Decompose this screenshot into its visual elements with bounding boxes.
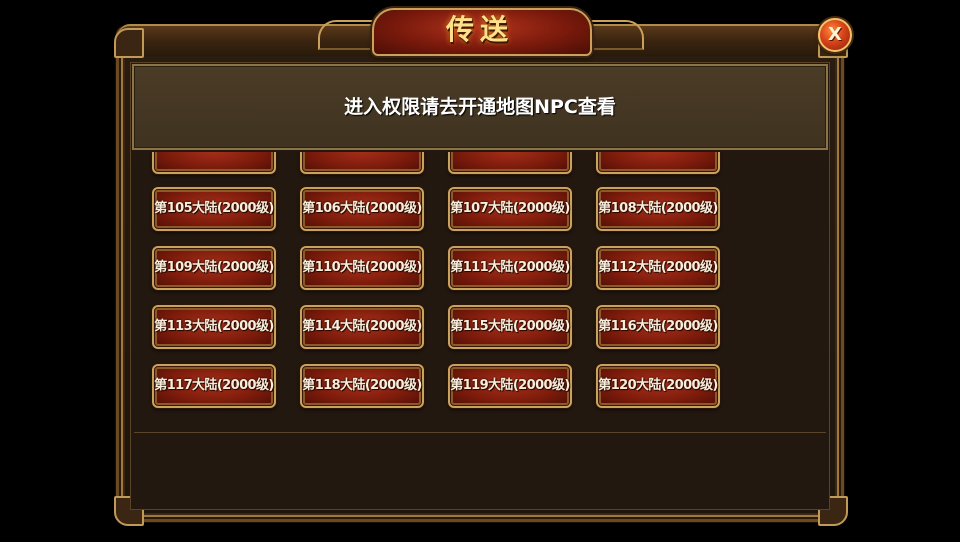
- map-button-label: 第113大陆(2000级): [154, 319, 274, 334]
- map-button[interactable]: 第117大陆(2000级): [152, 364, 276, 408]
- map-button-label: 第115大陆(2000级): [450, 319, 570, 334]
- close-icon: X: [828, 24, 842, 45]
- map-button[interactable]: 第112大陆(2000级): [596, 246, 720, 290]
- map-button[interactable]: 第106大陆(2000级): [300, 187, 424, 231]
- map-button-label: [302, 152, 422, 172]
- map-button[interactable]: 第110大陆(2000级): [300, 246, 424, 290]
- map-button-label: 第120大陆(2000级): [598, 378, 718, 393]
- map-button-label: 第107大陆(2000级): [450, 201, 570, 216]
- map-button[interactable]: 第111大陆(2000级): [448, 246, 572, 290]
- map-button-label: 第111大陆(2000级): [450, 260, 570, 275]
- list-divider: [134, 432, 826, 433]
- map-button[interactable]: 第109大陆(2000级): [152, 246, 276, 290]
- map-button[interactable]: 第114大陆(2000级): [300, 305, 424, 349]
- map-button[interactable]: [300, 152, 424, 174]
- map-button[interactable]: [448, 152, 572, 174]
- map-button-label: 第114大陆(2000级): [302, 319, 422, 334]
- map-button-label: [598, 152, 718, 172]
- map-button-label: 第106大陆(2000级): [302, 201, 422, 216]
- notice-text: 进入权限请去开通地图NPC查看: [344, 96, 616, 118]
- map-button-label: 第110大陆(2000级): [302, 260, 422, 275]
- teleport-screen: 传送 X 进入权限请去开通地图NPC查看 第105大陆(2000级) 第106大…: [0, 0, 960, 542]
- map-button[interactable]: 第118大陆(2000级): [300, 364, 424, 408]
- map-button-label: [450, 152, 570, 172]
- close-button[interactable]: X: [818, 18, 852, 52]
- map-button-label: 第109大陆(2000级): [154, 260, 274, 275]
- map-button-label: 第118大陆(2000级): [302, 378, 422, 393]
- frame-corner-ornament: [114, 28, 144, 58]
- map-button[interactable]: [152, 152, 276, 174]
- map-button[interactable]: 第115大陆(2000级): [448, 305, 572, 349]
- map-button[interactable]: 第108大陆(2000级): [596, 187, 720, 231]
- map-list[interactable]: 第105大陆(2000级) 第106大陆(2000级) 第107大陆(2000级…: [132, 152, 828, 430]
- map-button[interactable]: 第113大陆(2000级): [152, 305, 276, 349]
- dialog-title: 传送: [445, 13, 514, 46]
- title-ornament-left: [318, 20, 380, 50]
- map-button[interactable]: 第120大陆(2000级): [596, 364, 720, 408]
- map-button-label: 第119大陆(2000级): [450, 378, 570, 393]
- map-button-label: 第116大陆(2000级): [598, 319, 718, 334]
- map-button[interactable]: 第116大陆(2000级): [596, 305, 720, 349]
- map-button-label: [154, 152, 274, 172]
- map-button[interactable]: 第119大陆(2000级): [448, 364, 572, 408]
- map-button-label: 第117大陆(2000级): [154, 378, 274, 393]
- map-button-label: 第112大陆(2000级): [598, 260, 718, 275]
- map-button[interactable]: 第105大陆(2000级): [152, 187, 276, 231]
- map-button-label: 第108大陆(2000级): [598, 201, 718, 216]
- map-button-label: 第105大陆(2000级): [154, 201, 274, 216]
- map-button[interactable]: 第107大陆(2000级): [448, 187, 572, 231]
- map-button[interactable]: [596, 152, 720, 174]
